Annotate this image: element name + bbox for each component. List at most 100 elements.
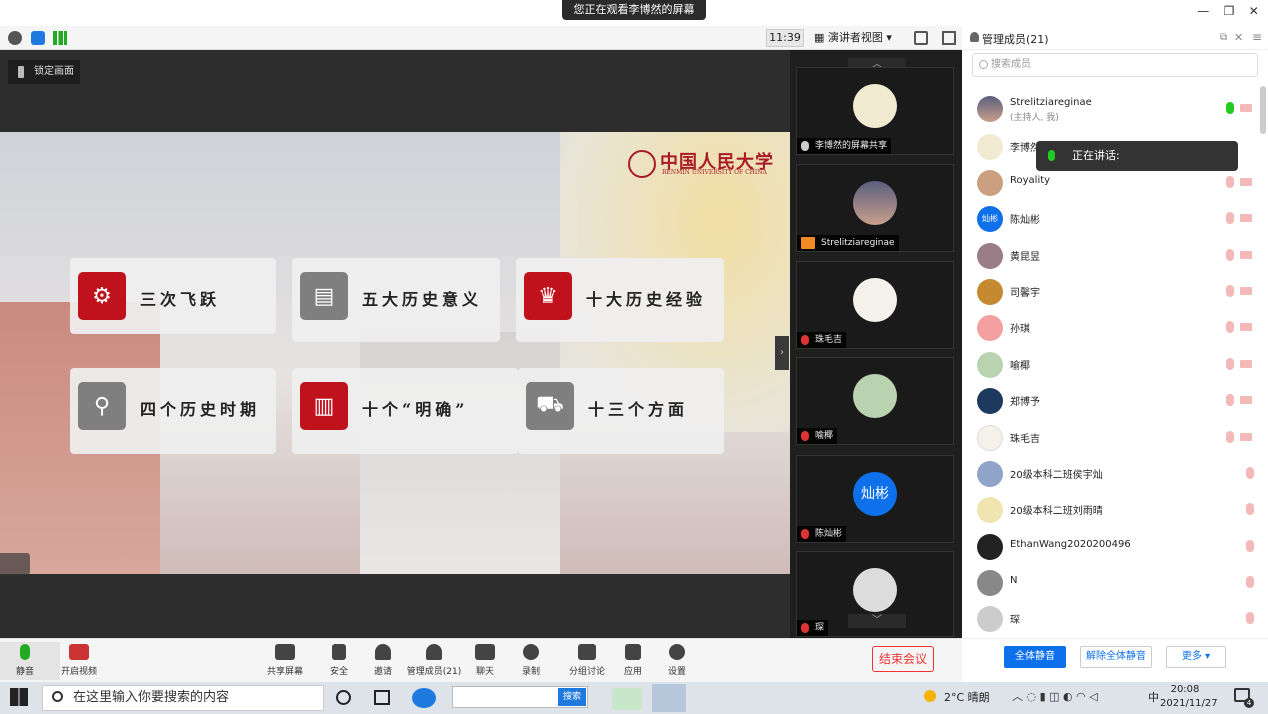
- video-tile[interactable]: 喻椰: [796, 357, 954, 445]
- avatar: [977, 461, 1003, 487]
- clock-date: 2021/11/27: [1160, 698, 1218, 709]
- video-tile[interactable]: Strelitziareginae: [796, 164, 954, 252]
- security-label: 安全: [329, 667, 348, 677]
- member-row[interactable]: 司馨宇: [962, 273, 1262, 309]
- tile-label: Strelitziareginae: [797, 235, 899, 251]
- member-row[interactable]: 喻椰: [962, 346, 1262, 382]
- system-tray-icons[interactable]: ︿ ◌ ▮ ◫ ◐ ◠ ◁: [1012, 688, 1098, 704]
- member-row[interactable]: 黄昆昱: [962, 237, 1262, 273]
- mic-muted-icon[interactable]: [1226, 176, 1234, 188]
- mic-muted-icon[interactable]: [1226, 431, 1234, 443]
- member-row[interactable]: N: [962, 564, 1262, 600]
- mic-muted-icon[interactable]: [1246, 540, 1254, 552]
- more-button[interactable]: 更多 ▾: [1166, 646, 1226, 668]
- user-icon: [970, 32, 979, 42]
- taskbar-clock[interactable]: 20:08 2021/11/27: [1160, 683, 1218, 711]
- browser-search-button[interactable]: 搜索: [558, 688, 586, 706]
- member-name: 司馨宇: [1010, 288, 1040, 299]
- tile-name: 珠毛吉: [815, 335, 843, 345]
- taskbar-search-input[interactable]: 在这里输入你要搜索的内容: [42, 685, 324, 711]
- member-row[interactable]: 孙琪: [962, 309, 1262, 345]
- avatar: [977, 570, 1003, 596]
- mic-muted-icon[interactable]: [1246, 503, 1254, 515]
- chat-icon: [475, 644, 495, 660]
- member-row[interactable]: 珠毛吉: [962, 419, 1262, 455]
- slide-card: ▥ 十个“明确”: [292, 368, 518, 454]
- mic-muted-icon[interactable]: [1246, 612, 1254, 624]
- mic-muted-icon[interactable]: [1226, 249, 1234, 261]
- member-row[interactable]: 郑博予: [962, 382, 1262, 418]
- mic-muted-icon[interactable]: [1226, 394, 1234, 406]
- task-view-icon[interactable]: [374, 690, 390, 705]
- close-button[interactable]: ✕: [1249, 4, 1259, 22]
- avatar: [977, 134, 1003, 160]
- collapse-panel-button[interactable]: ›: [775, 336, 789, 370]
- mic-muted-icon[interactable]: [1226, 285, 1234, 297]
- mic-muted-icon[interactable]: [1226, 358, 1234, 370]
- slide-menu-icon[interactable]: [0, 553, 30, 575]
- panel-scrollbar[interactable]: [1260, 86, 1266, 134]
- minimize-button[interactable]: —: [1197, 4, 1209, 22]
- mic-muted-icon[interactable]: [1246, 467, 1254, 479]
- share-banner: 您正在观看李博然的屏幕: [562, 0, 706, 20]
- side-panel-icon[interactable]: [942, 31, 956, 45]
- ime-indicator[interactable]: 中: [1148, 689, 1159, 705]
- apps-label: 应用: [623, 667, 642, 677]
- mic-muted-icon[interactable]: [1226, 321, 1234, 333]
- video-off-icon[interactable]: [1240, 104, 1252, 112]
- fullscreen-icon[interactable]: [914, 31, 928, 45]
- view-mode-button[interactable]: ▦ 演讲者视图 ▾: [814, 29, 902, 47]
- video-tile[interactable]: 灿彬 陈灿彬: [796, 455, 954, 543]
- video-off-icon[interactable]: [1240, 178, 1252, 186]
- shield-icon: [332, 644, 346, 660]
- card-label: 四个历史时期: [140, 400, 261, 419]
- tencent-meeting-icon[interactable]: [652, 684, 686, 712]
- video-off-icon[interactable]: [1240, 287, 1252, 295]
- mic-muted-icon[interactable]: [1226, 212, 1234, 224]
- video-tile[interactable]: 珠毛吉: [796, 261, 954, 349]
- end-meeting-button[interactable]: 结束会议: [872, 646, 934, 672]
- member-search-input[interactable]: 搜索成员: [972, 53, 1258, 77]
- popout-icon[interactable]: ⧉: [1220, 32, 1227, 43]
- signal-icon[interactable]: [53, 31, 67, 45]
- member-row[interactable]: EthanWang2020200496: [962, 528, 1262, 564]
- tile-label: 陈灿彬: [797, 526, 847, 542]
- windows-start-icon[interactable]: [10, 688, 28, 706]
- cortana-icon[interactable]: [336, 690, 351, 705]
- video-off-icon[interactable]: [1240, 214, 1252, 222]
- video-off-icon[interactable]: [1240, 433, 1252, 441]
- video-off-icon[interactable]: [1240, 396, 1252, 404]
- scroll-down-icon[interactable]: ﹀: [848, 614, 906, 628]
- apps-icon: [625, 644, 641, 660]
- mic-muted-icon[interactable]: [1246, 576, 1254, 588]
- video-off-icon[interactable]: [1240, 251, 1252, 259]
- mute-all-button[interactable]: 全体静音: [1004, 646, 1066, 668]
- start-video-button[interactable]: 开启视频: [44, 642, 114, 680]
- info-icon[interactable]: [8, 31, 22, 45]
- unmute-all-button[interactable]: 解除全体静音: [1080, 646, 1152, 668]
- restore-button[interactable]: ❐: [1224, 4, 1235, 22]
- shield-icon[interactable]: [31, 31, 45, 45]
- close-panel-icon[interactable]: ✕: [1234, 31, 1243, 44]
- settings-button[interactable]: 设置: [642, 642, 712, 680]
- wechat-icon[interactable]: [612, 688, 642, 710]
- member-row[interactable]: 琛: [962, 600, 1262, 636]
- menu-icon[interactable]: ≡: [1252, 30, 1262, 44]
- member-row[interactable]: 灿彬 陈灿彬: [962, 200, 1262, 236]
- member-row[interactable]: 20级本科二班刘雨晴: [962, 491, 1262, 527]
- member-row[interactable]: 20级本科二班侯宇灿: [962, 455, 1262, 491]
- avatar: [977, 279, 1003, 305]
- avatar: [977, 243, 1003, 269]
- member-name: Strelitziareginae: [1010, 97, 1092, 108]
- member-name: 琛: [1010, 615, 1020, 626]
- notification-count: 4: [1244, 698, 1254, 708]
- browser-icon[interactable]: [412, 688, 436, 708]
- clock-time: 20:08: [1170, 684, 1200, 695]
- mic-muted-icon: [801, 335, 809, 345]
- video-off-icon[interactable]: [1240, 323, 1252, 331]
- weather-text[interactable]: 2°C 晴朗: [944, 689, 990, 705]
- mic-icon[interactable]: [1226, 102, 1234, 114]
- video-off-icon[interactable]: [1240, 360, 1252, 368]
- video-tile[interactable]: 李博然的屏幕共享: [796, 67, 954, 155]
- member-row[interactable]: Strelitziareginae (主持人, 我): [962, 90, 1262, 126]
